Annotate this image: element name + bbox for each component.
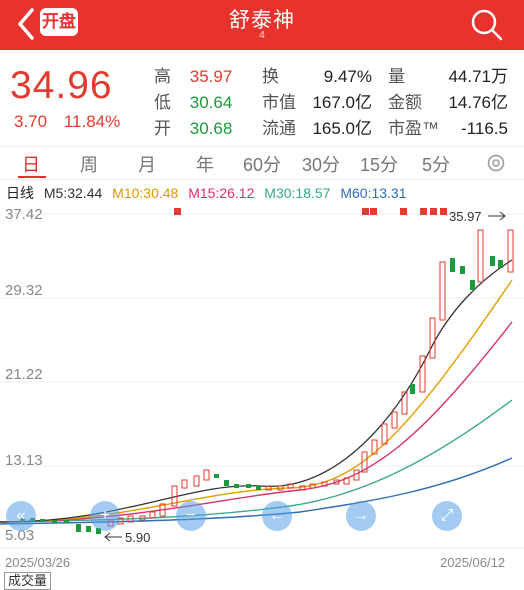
quote-panel: 34.96 3.70 11.84% 高 35.97 低 30.64 开 30.6… <box>0 50 524 146</box>
volume-label: 量 <box>388 67 405 86</box>
low-label: 低 <box>154 93 171 112</box>
high-price-label: 35.97 <box>449 209 482 224</box>
y-label-3: 21.22 <box>5 366 43 383</box>
active-tab-indicator <box>18 176 46 178</box>
quote-col-1: 高 35.97 低 30.64 开 30.68 <box>154 64 232 142</box>
date-end: 2025/06/12 <box>440 555 506 570</box>
tab-year[interactable]: 年 <box>196 151 214 177</box>
stock-code: 4 <box>259 30 265 41</box>
tab-15min[interactable]: 15分 <box>360 151 398 177</box>
open-label: 开 <box>154 119 171 138</box>
tab-60min[interactable]: 60分 <box>243 151 281 177</box>
current-price: 34.96 <box>10 64 113 107</box>
search-icon[interactable] <box>468 6 506 44</box>
volume-tab[interactable]: 成交量 <box>4 572 52 590</box>
rewind-button[interactable]: « <box>6 501 36 531</box>
pe-label: 市盈™ <box>388 119 439 138</box>
market-cap-value: 167.0亿 <box>312 93 372 112</box>
tab-30min[interactable]: 30分 <box>302 151 340 177</box>
ma15-value: M15:26.12 <box>188 185 255 201</box>
high-value: 35.97 <box>189 67 233 86</box>
amount-value: 14.76亿 <box>448 93 508 112</box>
zoom-in-button[interactable]: + <box>90 501 120 531</box>
ma30-line <box>0 399 513 523</box>
float-cap-value: 165.0亿 <box>312 119 372 138</box>
quote-col-2: 换 9.47% 市值 167.0亿 流通 165.0亿 <box>262 64 372 142</box>
ma5-value: M5:32.44 <box>43 185 103 201</box>
ma30-value: M30:18.57 <box>264 185 331 201</box>
turnover-value: 9.47% <box>323 67 372 86</box>
open-value: 30.68 <box>189 119 233 138</box>
tab-5min[interactable]: 5分 <box>422 151 450 177</box>
zoom-out-button[interactable]: − <box>176 501 206 531</box>
high-label: 高 <box>154 67 171 86</box>
change-percent: 11.84% <box>63 112 121 131</box>
float-cap-label: 流通 <box>262 119 296 138</box>
price-change: 3.70 11.84% <box>14 112 132 132</box>
pe-value: -116.5 <box>461 119 508 138</box>
ma5-line <box>0 259 513 523</box>
volume-value: 44.71万 <box>448 67 508 86</box>
y-label-2: 29.32 <box>5 282 43 299</box>
ma-line-label: 日线 <box>6 185 34 201</box>
ma60-value: M60:13.31 <box>340 185 407 201</box>
quote-col-3: 量 44.71万 金额 14.76亿 市盈™ -116.5 <box>388 64 508 142</box>
tab-week[interactable]: 周 <box>80 151 98 177</box>
low-value: 30.64 <box>189 93 233 112</box>
y-label-top: 37.42 <box>5 206 43 223</box>
scroll-left-button[interactable]: ← <box>262 501 292 531</box>
scroll-right-button[interactable]: → <box>346 501 376 531</box>
tab-month[interactable]: 月 <box>138 151 156 177</box>
y-label-4: 13.13 <box>5 452 43 469</box>
period-tabs: 日 周 月 年 60分 30分 15分 5分 <box>0 146 524 180</box>
turnover-label: 换 <box>262 67 279 86</box>
amount-label: 金额 <box>388 93 422 112</box>
top-bar: 开盘 舒泰神 4 <box>0 0 524 50</box>
low-price-label: 5.90 <box>125 530 151 545</box>
settings-icon[interactable] <box>486 153 506 173</box>
ma10-value: M10:30.48 <box>112 185 179 201</box>
change-amount: 3.70 <box>14 112 48 131</box>
market-cap-label: 市值 <box>262 93 296 112</box>
date-start: 2025/03/26 <box>5 555 71 570</box>
tab-day[interactable]: 日 <box>22 151 40 177</box>
fullscreen-button[interactable]: ⤢ <box>432 501 462 531</box>
